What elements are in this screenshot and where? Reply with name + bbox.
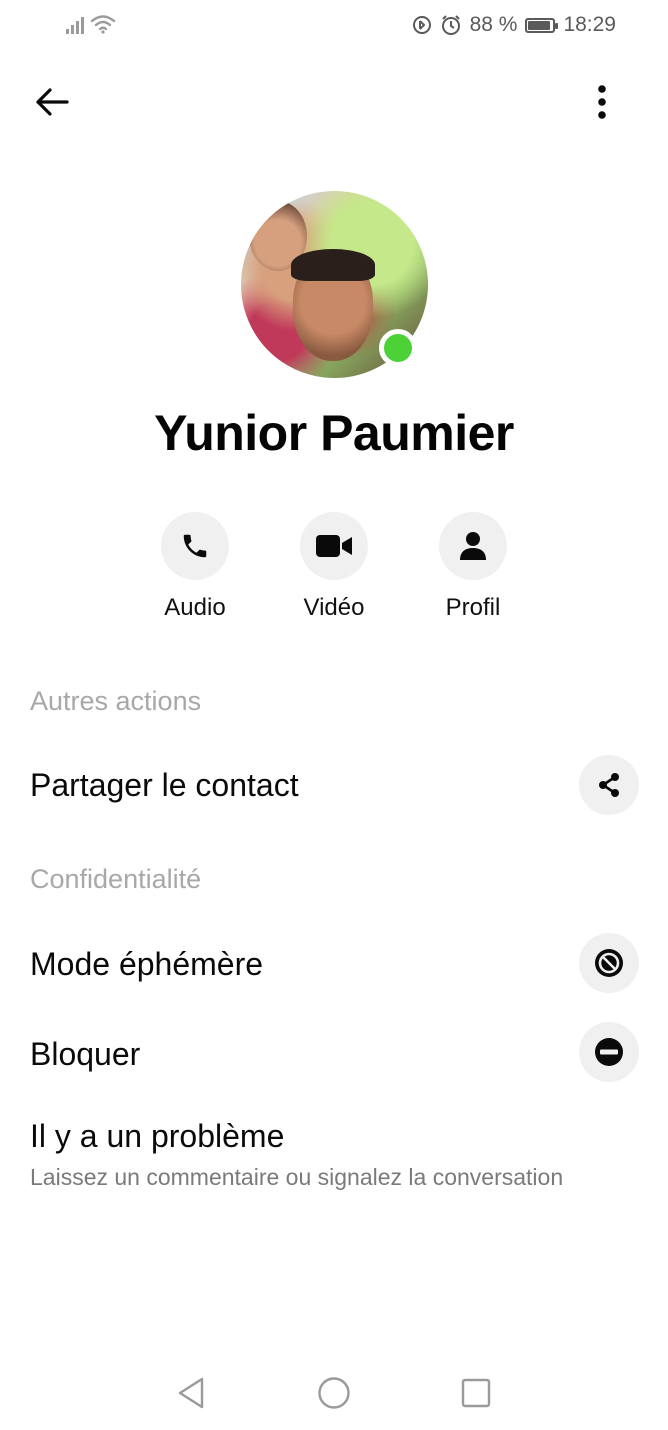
- clock: 18:29: [563, 13, 616, 36]
- audio-call-circle[interactable]: [161, 512, 229, 580]
- signal-icon: [66, 14, 84, 34]
- audio-call-button[interactable]: Audio: [135, 512, 255, 622]
- nav-home-icon: [318, 1377, 350, 1409]
- nav-back-button[interactable]: [168, 1370, 214, 1416]
- block-row[interactable]: Bloquer: [0, 1020, 668, 1090]
- block-label: Bloquer: [30, 1036, 141, 1072]
- nav-recents-button[interactable]: [453, 1370, 499, 1416]
- battery-icon: [525, 17, 559, 33]
- wifi-icon: [90, 15, 116, 34]
- nav-home-button[interactable]: [311, 1370, 357, 1416]
- vanish-mode-button[interactable]: [579, 933, 639, 993]
- share-contact-label: Partager le contact: [30, 767, 299, 803]
- status-bar-left: [66, 14, 116, 34]
- vanish-mode-row[interactable]: Mode éphémère: [0, 930, 668, 1000]
- share-icon: [599, 773, 619, 797]
- report-problem-label: Il y a un problème: [30, 1118, 285, 1154]
- arrow-left-icon: [36, 88, 69, 116]
- video-call-button[interactable]: Vidéo: [274, 512, 394, 622]
- share-contact-row[interactable]: Partager le contact: [0, 750, 668, 820]
- data-saver-icon: [412, 16, 431, 34]
- status-bar: 88 % 18:29: [0, 0, 668, 52]
- video-camera-icon: [316, 535, 352, 557]
- status-bar-right: 88 % 18:29: [412, 13, 616, 37]
- vanish-mode-icon: [595, 949, 623, 977]
- video-call-label: Vidéo: [303, 594, 365, 621]
- system-navigation-bar: [0, 1350, 668, 1430]
- vanish-mode-label: Mode éphémère: [30, 946, 264, 982]
- more-vertical-icon: [598, 85, 606, 119]
- audio-call-label: Audio: [164, 594, 226, 621]
- online-status-indicator: [379, 329, 417, 367]
- section-title-other-actions: Autres actions: [30, 686, 202, 716]
- contact-name: Yunior Paumier: [154, 405, 514, 461]
- video-call-circle[interactable]: [300, 512, 368, 580]
- report-problem-subtitle: Laissez un commentaire ou signalez la co…: [30, 1164, 564, 1190]
- more-options-button[interactable]: [580, 80, 624, 124]
- section-title-privacy: Confidentialité: [30, 864, 202, 894]
- back-button[interactable]: [28, 80, 76, 124]
- share-contact-button[interactable]: [579, 755, 639, 815]
- nav-back-icon: [178, 1377, 204, 1409]
- nav-recents-icon: [461, 1378, 491, 1408]
- profile-avatar[interactable]: [241, 191, 428, 378]
- report-problem-row[interactable]: Il y a un problème Laissez un commentair…: [0, 1112, 668, 1202]
- battery-percent: 88 %: [469, 13, 518, 36]
- block-button[interactable]: [579, 1022, 639, 1082]
- alarm-icon: [441, 15, 460, 35]
- profile-label: Profil: [445, 594, 501, 621]
- block-icon: [595, 1038, 623, 1066]
- phone-icon: [183, 534, 207, 558]
- person-icon: [460, 532, 486, 560]
- profile-button[interactable]: Profil: [413, 512, 533, 622]
- profile-circle[interactable]: [439, 512, 507, 580]
